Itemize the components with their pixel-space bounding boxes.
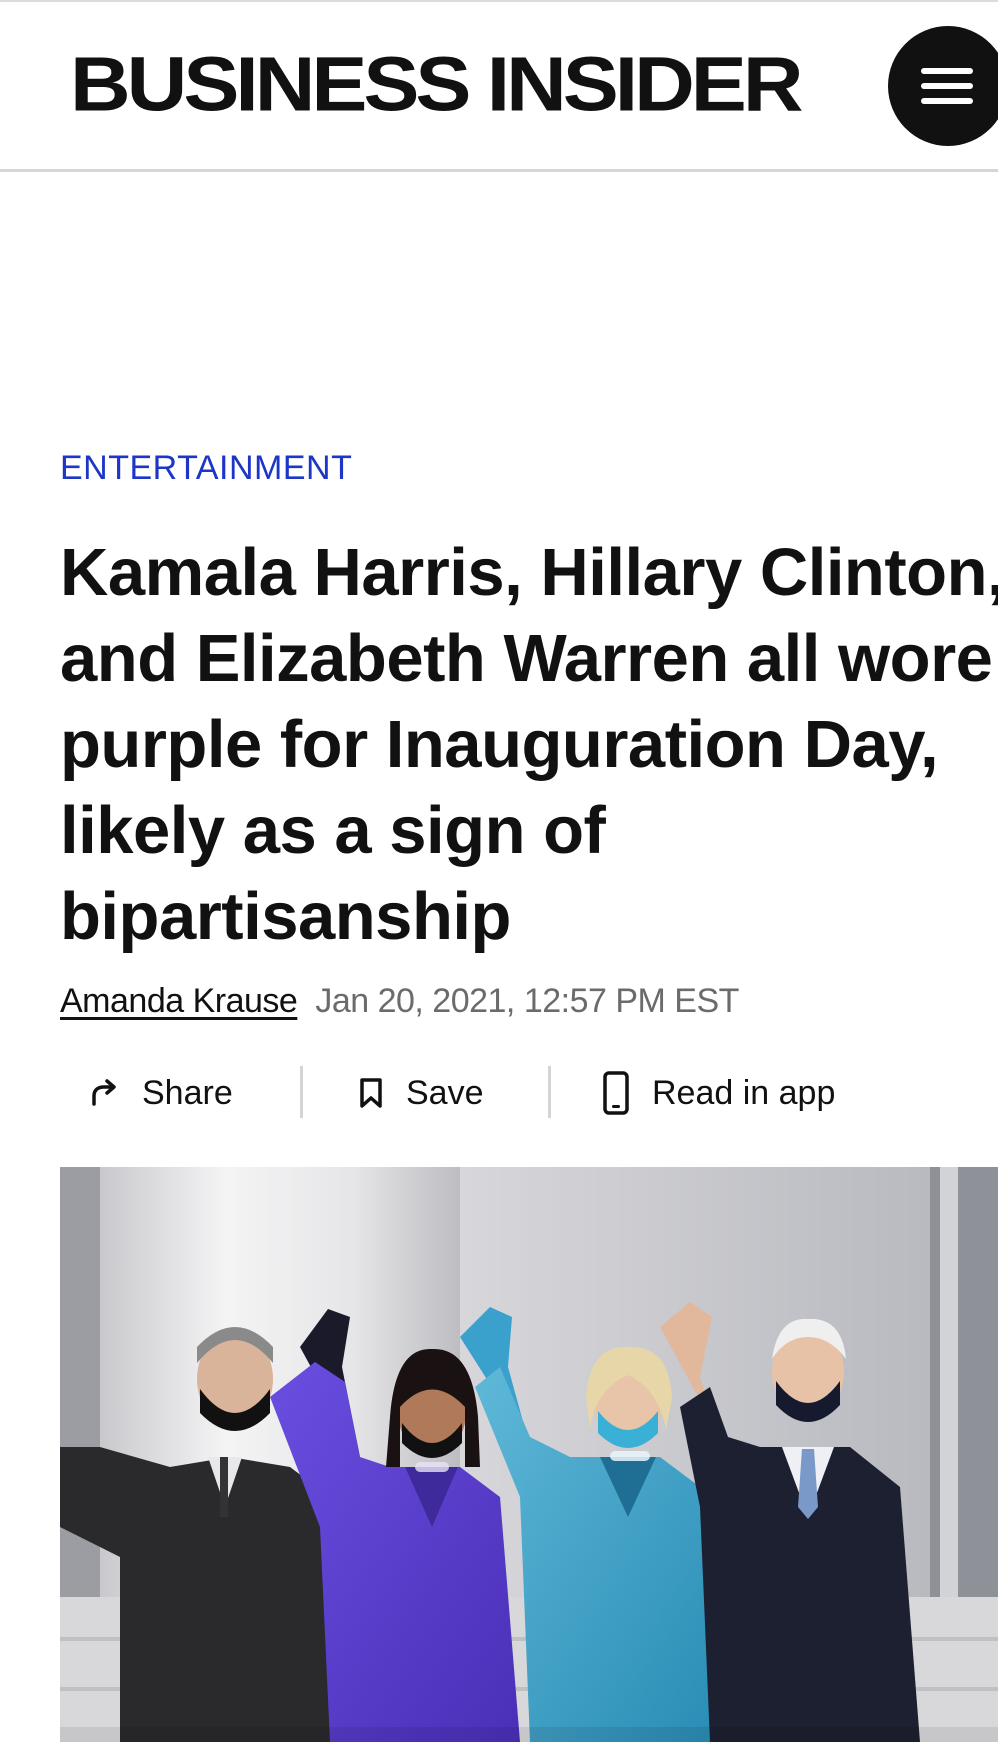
article-headline: Kamala Harris, Hillary Clinton, and Eliz…: [60, 535, 998, 954]
save-label: Save: [406, 1073, 484, 1112]
action-divider: [548, 1066, 551, 1118]
site-header: BUSINESS INSIDER: [0, 0, 998, 172]
site-logo[interactable]: BUSINESS INSIDER: [70, 38, 803, 130]
article-actions: Share Save Read in app: [60, 1062, 960, 1124]
menu-button[interactable]: [888, 26, 998, 146]
author-link[interactable]: Amanda Krause: [60, 982, 298, 1020]
share-arrow-icon: [90, 1078, 120, 1108]
share-button[interactable]: Share: [90, 1062, 233, 1124]
read-in-app-button[interactable]: Read in app: [602, 1062, 835, 1124]
byline: Amanda Krause Jan 20, 2021, 12:57 PM EST: [60, 978, 739, 1024]
bookmark-icon: [358, 1077, 384, 1109]
read-in-app-label: Read in app: [652, 1073, 836, 1112]
phone-icon: [602, 1070, 630, 1116]
hero-photo[interactable]: [60, 1167, 998, 1742]
action-divider: [300, 1066, 303, 1118]
save-button[interactable]: Save: [358, 1062, 484, 1124]
share-label: Share: [142, 1073, 233, 1112]
article-category[interactable]: ENTERTAINMENT: [60, 448, 352, 488]
publish-date: Jan 20, 2021, 12:57 PM EST: [315, 982, 739, 1020]
page: BUSINESS INSIDER ENTERTAINMENT Kamala Ha…: [0, 0, 998, 1742]
